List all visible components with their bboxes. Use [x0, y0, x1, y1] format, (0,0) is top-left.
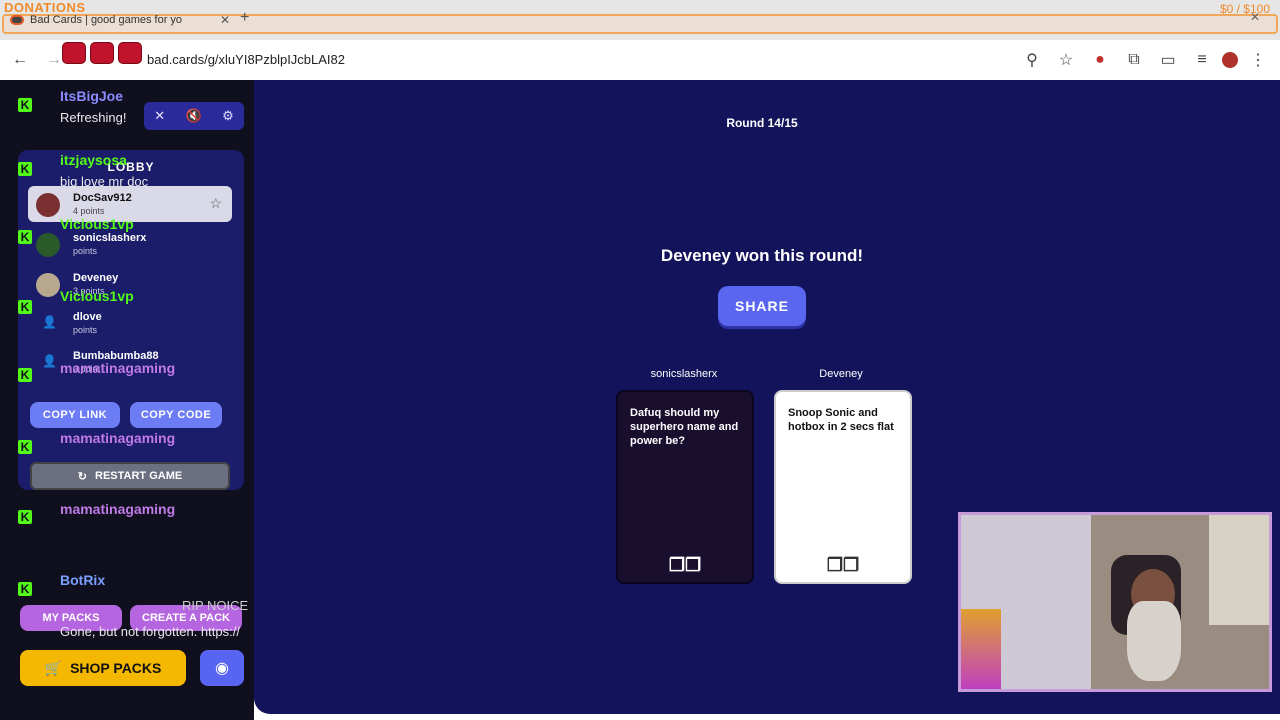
donation-amount: $0 / $100 — [1219, 2, 1270, 16]
window-close-icon[interactable]: ✕ — [1250, 10, 1260, 24]
new-tab-button[interactable]: + — [240, 9, 249, 27]
reading-list-icon[interactable]: ≡ — [1188, 46, 1216, 74]
chat-overlay-text: RIP NOICE — [182, 598, 249, 613]
extension-icon[interactable]: ● — [1086, 46, 1114, 74]
address-bar[interactable]: bad.cards/g/xluYI8PzblpIJcbLAI82 — [147, 52, 345, 67]
chat-username: Vicious1vp — [60, 288, 134, 304]
extensions-puzzle-icon[interactable]: ⧉ — [1120, 46, 1148, 74]
stream-chat-overlay: K ItsBigJoe Refreshing! K itzjaysosa big… — [0, 80, 280, 720]
chat-username: Vicious1vp — [60, 216, 134, 232]
tab-title: Bad Cards | good games for yo — [30, 14, 183, 26]
kick-icon: K — [18, 230, 32, 244]
kick-icon: K — [18, 510, 32, 524]
chat-username: ItsBigJoe — [60, 88, 124, 104]
chat-username: BotRix — [60, 572, 106, 588]
bad-cards-logo-icon: ❐❐ — [826, 555, 860, 575]
white-card-text: Snoop Sonic and hotbox in 2 secs flat — [788, 407, 894, 433]
chat-username: mamatinagaming — [60, 360, 176, 376]
kick-icon: K — [18, 300, 32, 314]
round-winner-text: Deveney won this round! — [660, 246, 864, 265]
kick-icon: K — [18, 98, 32, 112]
black-card-player: sonicslasherx — [650, 368, 718, 380]
white-answer-card[interactable]: Snoop Sonic and hotbox in 2 secs flat ❐❐ — [774, 390, 912, 584]
kick-icon: K — [18, 440, 32, 454]
kick-icon: K — [18, 368, 32, 382]
kick-icon: K — [18, 582, 32, 596]
profile-avatar-icon[interactable] — [1222, 52, 1238, 68]
bad-cards-favicon-icon — [10, 15, 24, 25]
black-card-text: Dafuq should my superhero name and power… — [630, 407, 739, 447]
white-card-player: Deveney — [819, 368, 863, 380]
bookmark-star-icon[interactable]: ☆ — [1052, 46, 1080, 74]
chat-username: mamatinagaming — [60, 430, 176, 446]
chat-message: Refreshing! — [60, 110, 127, 125]
chat-message: Gone, but not forgotten. https:// — [60, 624, 240, 639]
page-content: ✕ 🔇 ⚙ LOBBY DocSav912 4 points ☆ sonicsl… — [0, 80, 1280, 720]
zoom-icon[interactable]: ⚲ — [1018, 46, 1046, 74]
cast-icon[interactable]: ▭ — [1154, 46, 1182, 74]
bad-cards-logo-icon: ❐❐ — [668, 555, 702, 575]
menu-kebab-icon[interactable]: ⋮ — [1244, 46, 1272, 74]
black-prompt-card: Dafuq should my superhero name and power… — [616, 390, 754, 584]
browser-toolbar: ← → bad.cards/g/xluYI8PzblpIJcbLAI82 ⚲ ☆… — [0, 40, 1280, 80]
stream-alert-overlay — [62, 42, 142, 64]
browser-tab-bar: DONATIONS $0 / $100 Bad Cards | good gam… — [0, 0, 1280, 40]
kick-icon: K — [18, 162, 32, 176]
chat-username: itzjaysosa — [60, 152, 127, 168]
share-button[interactable]: SHARE — [718, 286, 806, 326]
browser-tab[interactable]: Bad Cards | good games for yo ✕ — [10, 10, 230, 30]
chat-username: mamatinagaming — [60, 501, 176, 517]
back-button[interactable]: ← — [6, 46, 34, 74]
round-indicator: Round 14/15 — [726, 116, 798, 130]
webcam-overlay — [958, 512, 1272, 692]
close-tab-icon[interactable]: ✕ — [220, 13, 230, 27]
chat-message: big love mr doc — [60, 174, 149, 189]
